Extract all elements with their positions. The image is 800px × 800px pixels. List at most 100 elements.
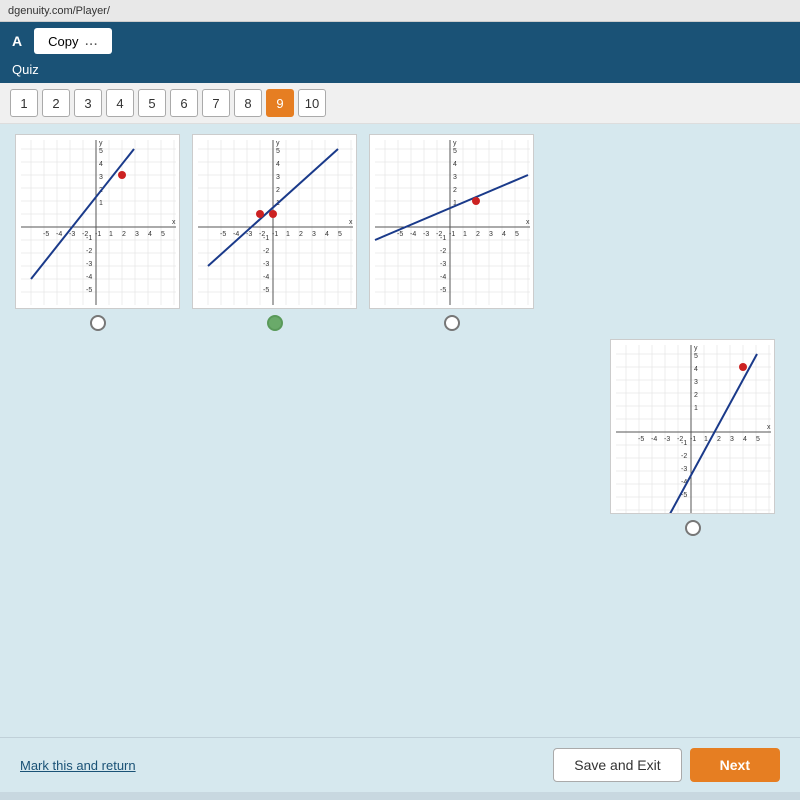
question-nav-10[interactable]: 10 — [298, 89, 326, 117]
browser-url: dgenuity.com/Player/ — [8, 5, 110, 17]
svg-text:-3: -3 — [263, 261, 269, 268]
radio-graph-2[interactable] — [267, 315, 283, 331]
svg-text:1: 1 — [286, 231, 290, 238]
question-nav-6[interactable]: 6 — [170, 89, 198, 117]
svg-text:-4: -4 — [233, 231, 239, 238]
svg-text:5: 5 — [756, 436, 760, 443]
svg-text:3: 3 — [99, 174, 103, 181]
svg-text:3: 3 — [489, 231, 493, 238]
copy-button[interactable]: Copy ... — [34, 28, 112, 54]
svg-text:-2: -2 — [681, 453, 687, 460]
svg-text:3: 3 — [276, 174, 280, 181]
graph-1: x y -5 -4 -3 -2 -1 1 2 3 4 5 5 4 3 — [15, 134, 180, 309]
svg-text:4: 4 — [694, 366, 698, 373]
top-graphs-row: x y -5 -4 -3 -2 -1 1 2 3 4 5 5 4 3 — [15, 134, 785, 331]
svg-text:-4: -4 — [651, 436, 657, 443]
svg-text:-3: -3 — [423, 231, 429, 238]
svg-text:y: y — [694, 345, 698, 352]
svg-text:y: y — [276, 140, 280, 147]
copy-label: Copy — [48, 34, 78, 49]
question-nav: 12345678910 — [0, 83, 800, 124]
radio-graph-1[interactable] — [90, 315, 106, 331]
graph-4: x y -5 -4 -3 -2 -1 1 2 3 4 5 5 4 3 2 1 — [610, 339, 775, 514]
question-nav-7[interactable]: 7 — [202, 89, 230, 117]
question-nav-5[interactable]: 5 — [138, 89, 166, 117]
svg-text:-5: -5 — [86, 287, 92, 294]
svg-text:-1: -1 — [440, 235, 446, 242]
svg-text:-4: -4 — [440, 274, 446, 281]
svg-text:2: 2 — [299, 231, 303, 238]
svg-text:1: 1 — [463, 231, 467, 238]
question-nav-8[interactable]: 8 — [234, 89, 262, 117]
svg-text:x: x — [349, 219, 353, 226]
svg-text:2: 2 — [476, 231, 480, 238]
svg-text:-3: -3 — [69, 231, 75, 238]
mark-return-link[interactable]: Mark this and return — [20, 758, 136, 773]
quiz-bar: Quiz — [0, 60, 800, 83]
footer: Mark this and return Save and Exit Next — [0, 737, 800, 792]
graph-2: x y -5 -4 -3 -2 -1 1 2 3 4 5 5 4 3 2 1 — [192, 134, 357, 309]
svg-text:-1: -1 — [690, 436, 696, 443]
footer-buttons: Save and Exit Next — [553, 748, 780, 782]
svg-text:-2: -2 — [86, 248, 92, 255]
svg-text:5: 5 — [276, 148, 280, 155]
section-label: A — [12, 33, 22, 49]
svg-text:-5: -5 — [397, 231, 403, 238]
svg-text:2: 2 — [276, 187, 280, 194]
svg-text:2: 2 — [694, 392, 698, 399]
svg-text:-3: -3 — [440, 261, 446, 268]
svg-text:y: y — [99, 140, 103, 147]
svg-text:-5: -5 — [263, 287, 269, 294]
main-content: x y -5 -4 -3 -2 -1 1 2 3 4 5 5 4 3 — [0, 124, 800, 737]
save-exit-button[interactable]: Save and Exit — [553, 748, 681, 782]
graph-container-3: x y -5 -4 -3 -2 -1 1 2 3 4 5 5 4 3 2 1 — [369, 134, 534, 331]
browser-bar: dgenuity.com/Player/ — [0, 0, 800, 22]
svg-text:1: 1 — [99, 200, 103, 207]
svg-text:x: x — [172, 219, 176, 226]
svg-text:-2: -2 — [440, 248, 446, 255]
svg-text:-1: -1 — [449, 231, 455, 238]
svg-text:1: 1 — [704, 436, 708, 443]
svg-text:-4: -4 — [263, 274, 269, 281]
graph-3: x y -5 -4 -3 -2 -1 1 2 3 4 5 5 4 3 2 1 — [369, 134, 534, 309]
svg-text:-1: -1 — [263, 235, 269, 242]
svg-text:3: 3 — [694, 379, 698, 386]
svg-text:-2: -2 — [263, 248, 269, 255]
svg-text:2: 2 — [453, 187, 457, 194]
svg-text:-4: -4 — [410, 231, 416, 238]
svg-text:y: y — [453, 140, 457, 147]
quiz-label: Quiz — [12, 62, 39, 77]
question-nav-4[interactable]: 4 — [106, 89, 134, 117]
svg-text:3: 3 — [135, 231, 139, 238]
svg-text:3: 3 — [730, 436, 734, 443]
graph-container-1: x y -5 -4 -3 -2 -1 1 2 3 4 5 5 4 3 — [15, 134, 180, 331]
svg-text:-5: -5 — [440, 287, 446, 294]
svg-text:-4: -4 — [86, 274, 92, 281]
svg-text:4: 4 — [99, 161, 103, 168]
question-nav-1[interactable]: 1 — [10, 89, 38, 117]
svg-text:-4: -4 — [56, 231, 62, 238]
svg-text:5: 5 — [99, 148, 103, 155]
svg-text:5: 5 — [515, 231, 519, 238]
question-nav-9[interactable]: 9 — [266, 89, 294, 117]
svg-text:2: 2 — [122, 231, 126, 238]
svg-text:-3: -3 — [86, 261, 92, 268]
radio-graph-4[interactable] — [685, 520, 701, 536]
svg-text:x: x — [526, 219, 530, 226]
graph-container-2: x y -5 -4 -3 -2 -1 1 2 3 4 5 5 4 3 2 1 — [192, 134, 357, 331]
svg-text:-3: -3 — [664, 436, 670, 443]
svg-text:5: 5 — [694, 353, 698, 360]
svg-text:-1: -1 — [95, 231, 101, 238]
svg-text:4: 4 — [148, 231, 152, 238]
svg-text:-1: -1 — [86, 235, 92, 242]
bottom-graphs-row: x y -5 -4 -3 -2 -1 1 2 3 4 5 5 4 3 2 1 — [15, 339, 785, 536]
next-button[interactable]: Next — [690, 748, 780, 782]
question-nav-2[interactable]: 2 — [42, 89, 70, 117]
question-nav-3[interactable]: 3 — [74, 89, 102, 117]
copy-dots: ... — [84, 32, 97, 50]
radio-graph-3[interactable] — [444, 315, 460, 331]
svg-text:3: 3 — [312, 231, 316, 238]
svg-text:4: 4 — [453, 161, 457, 168]
svg-text:2: 2 — [717, 436, 721, 443]
svg-text:5: 5 — [338, 231, 342, 238]
